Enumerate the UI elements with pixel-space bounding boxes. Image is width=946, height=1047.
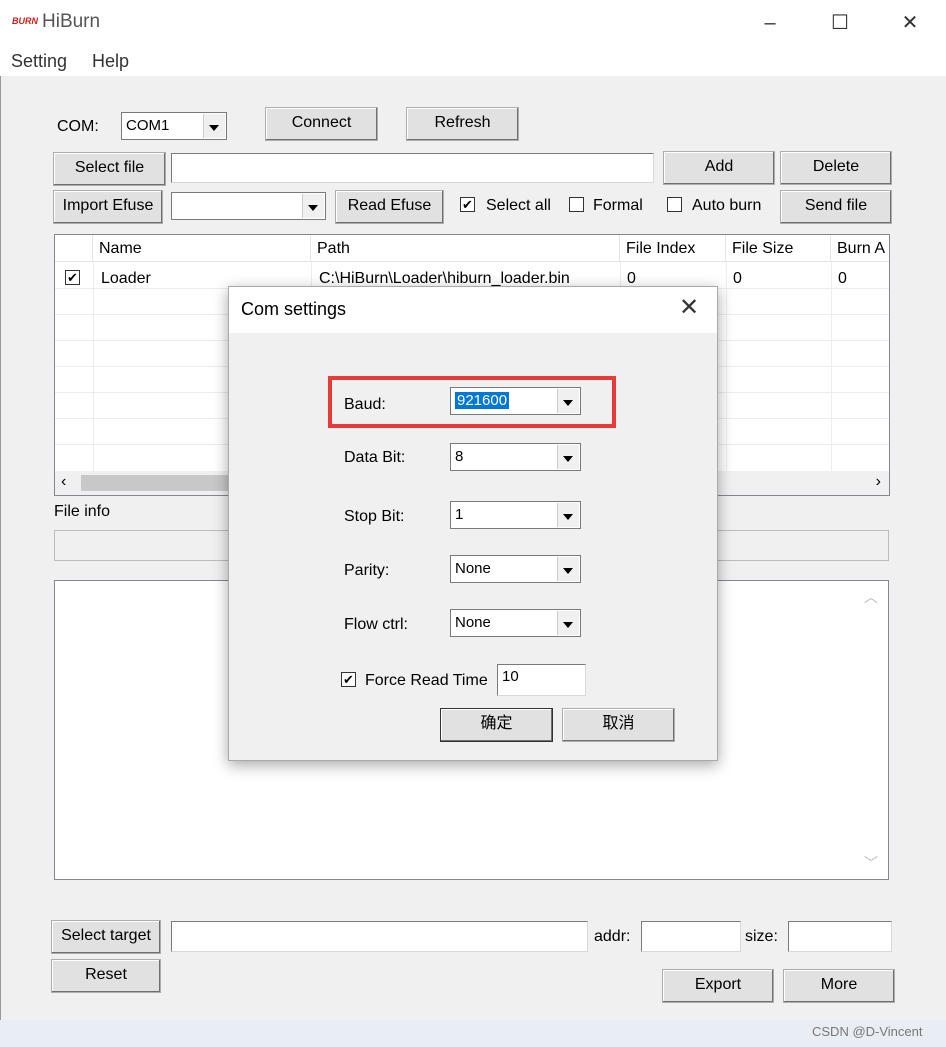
- row-burn-addr: 0: [838, 270, 847, 287]
- data-bit-label: Data Bit:: [344, 449, 406, 466]
- title-bar: [0, 0, 946, 46]
- efuse-select[interactable]: [171, 192, 326, 220]
- scroll-right-icon[interactable]: ›: [876, 473, 881, 491]
- chevron-down-icon: [557, 389, 579, 413]
- size-label: size:: [745, 928, 778, 945]
- chevron-down-icon: [302, 194, 324, 218]
- file-info-label: File info: [54, 503, 111, 520]
- app-title: HiBurn: [42, 11, 101, 32]
- dialog-title: Com settings: [241, 299, 347, 319]
- com-select-value: COM1: [126, 117, 170, 134]
- scroll-thumb[interactable]: [81, 475, 231, 491]
- stop-bit-select[interactable]: 1: [450, 501, 581, 529]
- baud-select-value: 921600: [455, 392, 510, 409]
- select-all-checkbox[interactable]: ✔: [460, 197, 475, 212]
- size-input[interactable]: [788, 921, 892, 952]
- minimize-button[interactable]: –: [750, 8, 790, 38]
- scroll-left-icon[interactable]: ‹: [61, 473, 66, 491]
- column-header-file-size[interactable]: File Size: [726, 235, 831, 262]
- menu-help[interactable]: Help: [92, 51, 129, 72]
- menu-bar: [0, 46, 946, 76]
- row-file-size: 0: [733, 270, 742, 287]
- stop-bit-label: Stop Bit:: [344, 508, 405, 525]
- formal-checkbox[interactable]: [569, 197, 584, 212]
- flow-ctrl-select[interactable]: None: [450, 609, 581, 637]
- parity-select[interactable]: None: [450, 555, 581, 583]
- parity-label: Parity:: [344, 562, 390, 579]
- scroll-down-icon[interactable]: ﹀: [864, 853, 878, 873]
- dialog-close-icon[interactable]: ✕: [679, 293, 699, 322]
- connect-button[interactable]: Connect: [265, 107, 378, 141]
- column-header-name[interactable]: Name: [93, 235, 311, 262]
- row-name: Loader: [101, 270, 151, 287]
- chevron-down-icon: [557, 503, 579, 527]
- add-button[interactable]: Add: [663, 151, 775, 185]
- export-button[interactable]: Export: [662, 969, 774, 1003]
- force-read-input[interactable]: 10: [497, 664, 586, 696]
- column-header-path[interactable]: Path: [311, 235, 620, 262]
- addr-label: addr:: [594, 928, 631, 945]
- column-header-check[interactable]: [55, 235, 93, 262]
- flow-ctrl-value: None: [455, 614, 491, 631]
- baud-select[interactable]: 921600: [450, 387, 581, 415]
- data-bit-value: 8: [455, 448, 464, 465]
- column-header-file-index[interactable]: File Index: [620, 235, 726, 262]
- file-path-input[interactable]: [171, 153, 654, 183]
- baud-label: Baud:: [344, 396, 386, 413]
- cancel-button[interactable]: 取消: [562, 708, 675, 742]
- chevron-down-icon: [557, 445, 579, 469]
- select-target-button[interactable]: Select target: [51, 920, 161, 954]
- com-settings-dialog: Com settings ✕ Baud: 921600 Data Bit: 8 …: [228, 286, 718, 761]
- flow-ctrl-label: Flow ctrl:: [344, 616, 408, 633]
- scroll-up-icon[interactable]: ︿: [864, 587, 878, 607]
- watermark-text: CSDN @D-Vincent: [812, 1024, 923, 1039]
- taskbar: [0, 1020, 946, 1047]
- auto-burn-checkbox[interactable]: [667, 197, 682, 212]
- ok-button[interactable]: 确定: [440, 708, 553, 742]
- chevron-down-icon: [557, 611, 579, 635]
- select-all-label: Select all: [486, 197, 551, 214]
- reset-button[interactable]: Reset: [51, 959, 161, 993]
- addr-input[interactable]: [641, 921, 741, 952]
- force-read-checkbox[interactable]: ✔: [341, 672, 356, 687]
- parity-value: None: [455, 560, 491, 577]
- refresh-button[interactable]: Refresh: [406, 107, 519, 141]
- chevron-down-icon: [203, 114, 225, 138]
- target-path-input[interactable]: [171, 921, 588, 952]
- com-select[interactable]: COM1: [121, 112, 227, 140]
- delete-button[interactable]: Delete: [780, 151, 892, 185]
- row-checkbox[interactable]: ✔: [65, 270, 80, 285]
- formal-label: Formal: [593, 197, 643, 214]
- menu-setting[interactable]: Setting: [11, 51, 67, 72]
- more-button[interactable]: More: [783, 969, 895, 1003]
- auto-burn-label: Auto burn: [692, 197, 762, 214]
- force-read-label: Force Read Time: [365, 672, 488, 689]
- read-efuse-button[interactable]: Read Efuse: [335, 190, 444, 224]
- close-button[interactable]: ✕: [890, 8, 930, 38]
- column-header-burn-addr[interactable]: Burn A: [831, 235, 889, 262]
- stop-bit-value: 1: [455, 506, 464, 523]
- app-logo: BURN: [12, 16, 38, 26]
- chevron-down-icon: [557, 557, 579, 581]
- data-bit-select[interactable]: 8: [450, 443, 581, 471]
- import-efuse-button[interactable]: Import Efuse: [53, 190, 163, 224]
- com-label: COM:: [57, 118, 99, 135]
- send-file-button[interactable]: Send file: [780, 190, 892, 224]
- maximize-button[interactable]: ☐: [820, 8, 860, 38]
- select-file-button[interactable]: Select file: [53, 152, 166, 186]
